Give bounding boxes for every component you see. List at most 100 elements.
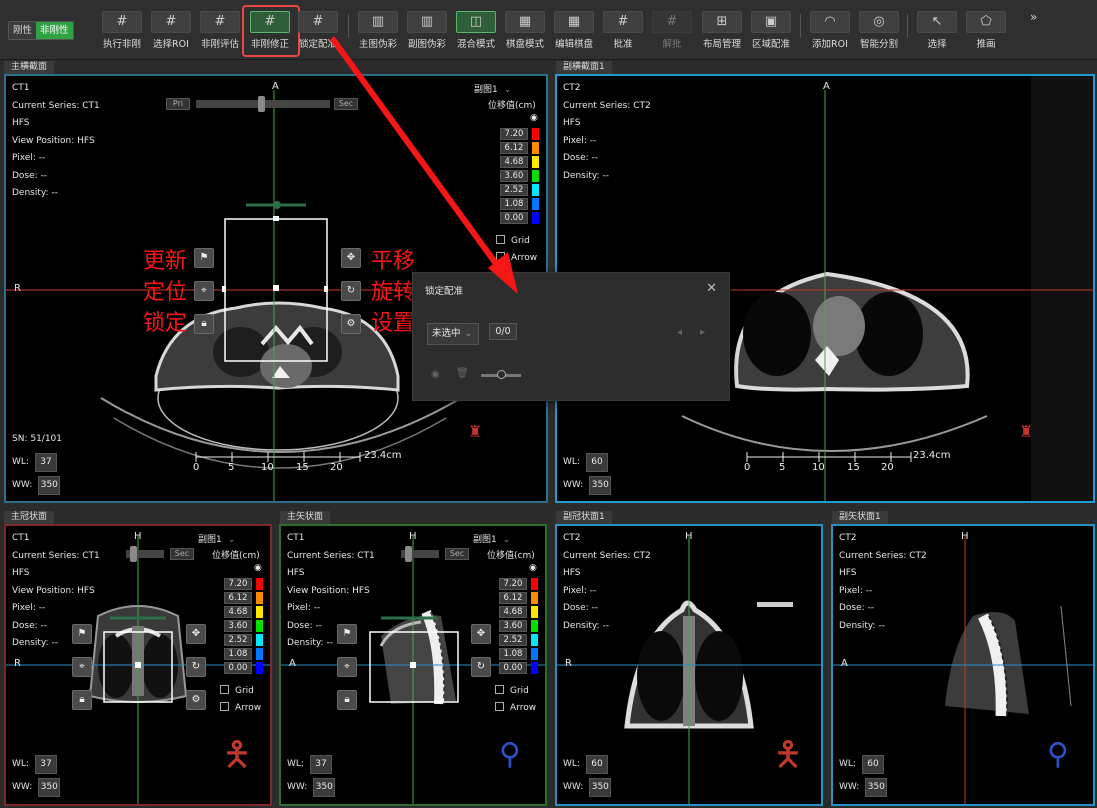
locate-button[interactable]: ⌖ xyxy=(72,657,92,677)
secondary-pseudocolor-button[interactable]: ▥ 副图伪彩 xyxy=(401,8,453,54)
checker-mode-button[interactable]: ▦ 棋盘模式 xyxy=(499,8,551,54)
flag-button[interactable]: ⚑ xyxy=(337,624,357,644)
legend-value: 0.00 xyxy=(500,212,528,224)
pane-title-main-sagittal: 主矢状面 xyxy=(280,511,331,524)
next-icon[interactable]: ▸ xyxy=(700,327,705,338)
layout-icon: ⊞ xyxy=(702,11,742,33)
select-button[interactable]: ↖ 选择 xyxy=(911,8,963,54)
execute-nonrigid-button[interactable]: # 执行非刚 xyxy=(96,8,148,54)
close-icon[interactable]: ✕ xyxy=(706,281,717,296)
grid-checkbox[interactable]: Grid xyxy=(495,685,529,696)
window-level[interactable]: WL: 60 xyxy=(563,755,608,774)
more-chevron-icon[interactable]: » xyxy=(1030,10,1037,24)
pri-sec-slider[interactable]: Sec xyxy=(126,546,196,562)
dialog-title: 锁定配准 xyxy=(425,286,464,297)
legend-swatch xyxy=(531,606,538,618)
legend-swatch xyxy=(531,578,538,590)
arrow-checkbox[interactable]: Arrow xyxy=(220,702,261,713)
opacity-slider[interactable] xyxy=(481,369,523,381)
slider-knob[interactable] xyxy=(258,96,265,112)
grid-icon: # xyxy=(603,11,643,33)
main-coronal-viewport[interactable]: CT1 Current Series: CT1 HFS View Positio… xyxy=(4,524,272,806)
sec-sagittal-viewport[interactable]: CT2 Current Series: CT2 HFS Pixel: -- Do… xyxy=(831,524,1095,806)
edit-checker-button[interactable]: ▦ 编辑棋盘 xyxy=(548,8,600,54)
logo-icon: ♜ xyxy=(1019,422,1034,441)
legend-swatch xyxy=(531,592,538,604)
prev-icon[interactable]: ◂ xyxy=(677,327,682,338)
mode-nonrigid[interactable]: 非刚性 xyxy=(36,22,73,39)
trash-icon[interactable]: 🗑︎ xyxy=(456,368,469,379)
slider-knob[interactable] xyxy=(130,546,137,562)
toolbar-separator xyxy=(800,14,801,38)
arrow-checkbox[interactable]: Arrow xyxy=(495,702,536,713)
mode-rigid[interactable]: 刚性 xyxy=(9,22,37,39)
sub-image-select[interactable]: 副图1 ⌄ xyxy=(474,82,511,95)
add-roi-button[interactable]: ◠ 添加ROI xyxy=(804,8,856,54)
window-level[interactable]: WL: 60 xyxy=(839,755,884,774)
window-width[interactable]: WW: 350 xyxy=(563,476,612,495)
eye-icon[interactable]: ◉ xyxy=(530,113,538,123)
mode-toggle[interactable]: 刚性 非刚性 xyxy=(8,21,74,40)
bars-icon: ▥ xyxy=(407,11,447,33)
region-icon: ▣ xyxy=(751,11,791,33)
legend-swatch xyxy=(256,578,263,590)
window-width[interactable]: WW: 350 xyxy=(12,476,61,495)
lock-button[interactable]: 🔒︎ xyxy=(72,690,92,710)
legend-value: 1.08 xyxy=(499,648,527,660)
pri-sec-slider[interactable]: Pri Sec xyxy=(166,96,358,112)
primary-pseudocolor-button[interactable]: ▥ 主图伪彩 xyxy=(352,8,404,54)
blend-icon: ◫ xyxy=(456,11,496,33)
window-width[interactable]: WW: 350 xyxy=(839,778,888,797)
rotate-button[interactable]: ↻ xyxy=(186,657,206,677)
window-width[interactable]: WW: 350 xyxy=(12,778,61,797)
blend-mode-button[interactable]: ◫ 混合模式 xyxy=(450,8,502,54)
locate-button[interactable]: ⌖ xyxy=(194,281,214,301)
unapprove-button[interactable]: # 解批 xyxy=(646,8,698,54)
settings-button[interactable]: ⚙ xyxy=(186,690,206,710)
flag-button[interactable]: ⚑ xyxy=(194,248,214,268)
approve-button[interactable]: # 批准 xyxy=(597,8,649,54)
window-width[interactable]: WW: 350 xyxy=(563,778,612,797)
move-button[interactable]: ✥ xyxy=(471,624,491,644)
pane-title-sec-axial: 副横截面1 xyxy=(556,61,612,74)
region-registration-button[interactable]: ▣ 区域配准 xyxy=(745,8,797,54)
grid-checkbox[interactable]: Grid xyxy=(496,235,530,246)
slider-knob[interactable] xyxy=(405,546,412,562)
visibility-icon[interactable]: ◉ xyxy=(431,369,440,380)
locate-button[interactable]: ⌖ xyxy=(337,657,357,677)
push-draw-button[interactable]: ⬠ 推画 xyxy=(960,8,1012,54)
rotate-button[interactable]: ↻ xyxy=(341,281,361,301)
sub-image-select[interactable]: 副图1 ⌄ xyxy=(473,532,510,545)
window-level[interactable]: WL: 60 xyxy=(563,453,608,472)
pane-title-main-axial: 主横截面 xyxy=(4,61,55,74)
window-level[interactable]: WL: 37 xyxy=(12,755,57,774)
lock-button[interactable]: 🔒︎ xyxy=(194,314,214,334)
smart-segment-button[interactable]: ◎ 智能分割 xyxy=(853,8,905,54)
eye-icon[interactable]: ◉ xyxy=(254,563,262,573)
lock-registration-button[interactable]: # 锁定配准 xyxy=(292,8,344,54)
scale-tick: 5 xyxy=(228,462,235,473)
select-roi-button[interactable]: # 选择ROI xyxy=(145,8,197,54)
rotate-button[interactable]: ↻ xyxy=(471,657,491,677)
nonrigid-eval-button[interactable]: # 非刚评估 xyxy=(194,8,246,54)
pri-sec-slider[interactable]: Sec xyxy=(401,546,471,562)
window-level[interactable]: WL: 37 xyxy=(12,453,57,472)
sec-coronal-viewport[interactable]: CT2 Current Series: CT2 HFS Pixel: -- Do… xyxy=(555,524,823,806)
flag-button[interactable]: ⚑ xyxy=(72,624,92,644)
slice-number: SN: 51/101 xyxy=(12,434,63,444)
settings-button[interactable]: ⚙ xyxy=(341,314,361,334)
move-button[interactable]: ✥ xyxy=(186,624,206,644)
lock-button[interactable]: 🔒︎ xyxy=(337,690,357,710)
move-button[interactable]: ✥ xyxy=(341,248,361,268)
legend-swatch xyxy=(256,592,263,604)
selection-dropdown[interactable]: 未选中 ⌄ xyxy=(427,323,479,345)
arrow-checkbox[interactable]: Arrow xyxy=(496,252,537,263)
main-sagittal-viewport[interactable]: CT1 Current Series: CT1 HFS View Positio… xyxy=(279,524,547,806)
window-level[interactable]: WL: 37 xyxy=(287,755,332,774)
sub-image-select[interactable]: 副图1 ⌄ xyxy=(198,532,235,545)
eye-icon[interactable]: ◉ xyxy=(529,563,537,573)
window-width[interactable]: WW: 350 xyxy=(287,778,336,797)
legend-value: 1.08 xyxy=(500,198,528,210)
layout-manage-button[interactable]: ⊞ 布局管理 xyxy=(696,8,748,54)
grid-checkbox[interactable]: Grid xyxy=(220,685,254,696)
